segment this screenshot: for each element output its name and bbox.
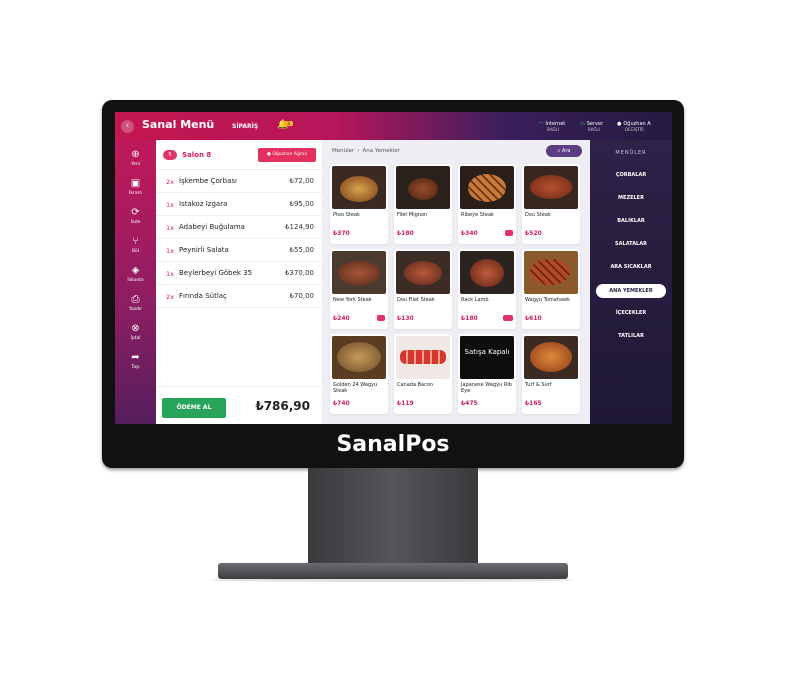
share-icon: ➦: [131, 352, 140, 363]
product-tag-icon: [503, 315, 513, 321]
action-move[interactable]: ➦ Taşı: [115, 352, 156, 370]
back-button[interactable]: ‹: [121, 120, 134, 133]
product-image: [332, 166, 386, 209]
order-line[interactable]: 2x Fırında Sütlaç ₺70,00: [156, 285, 322, 308]
split-icon: ⑂: [132, 236, 139, 247]
product-image: [524, 251, 578, 294]
product-card[interactable]: Filet Mignon ₺180: [394, 164, 452, 244]
user-icon: ●: [617, 121, 622, 127]
action-split[interactable]: ⑂ Böl: [115, 236, 156, 254]
category-ana-yemekler[interactable]: ANA YEMEKLER: [596, 284, 666, 298]
order-line[interactable]: 1x Peynirli Salata ₺55,00: [156, 239, 322, 262]
payment-footer: ÖDEME AL ₺786,90: [156, 386, 322, 424]
order-line[interactable]: 1x Adabeyi Buğulama ₺124,90: [156, 216, 322, 239]
product-card[interactable]: Pteo Steak ₺370: [330, 164, 388, 244]
category-mezeler[interactable]: MEZELER: [590, 195, 672, 201]
order-line[interactable]: 1x Istakoz Izgara ₺95,00: [156, 193, 322, 216]
action-treat[interactable]: ▣ İkram: [115, 178, 156, 196]
tab-order[interactable]: SİPARİŞ: [232, 123, 258, 130]
action-cancel[interactable]: ⊗ İptal: [115, 323, 156, 341]
category-ara-sicaklar[interactable]: ARA SICAKLAR: [590, 264, 672, 270]
category-baliklar[interactable]: BALIKLAR: [590, 218, 672, 224]
product-card[interactable]: New York Steak ₺240: [330, 249, 388, 329]
product-area: Menüler › Ana Yemekler ⌕ Ara Pteo Steak ₺3…: [322, 140, 590, 424]
plus-icon: ⊕: [131, 149, 140, 160]
monitor-stand-neck: [308, 468, 478, 564]
product-image: [396, 336, 450, 379]
table-name: Salon 8: [182, 151, 212, 159]
product-card[interactable]: Dou Steak ₺520: [522, 164, 580, 244]
server-icon: ▭: [580, 121, 585, 127]
product-image: [460, 166, 514, 209]
refresh-icon: ⟳: [131, 207, 140, 218]
product-card[interactable]: Wagyu Tomahawk ₺610: [522, 249, 580, 329]
breadcrumb-current: Ana Yemekler: [362, 148, 400, 154]
cancel-icon: ⊗: [131, 323, 140, 334]
wifi-icon: ◠: [539, 121, 544, 127]
tag-icon: ◈: [131, 265, 140, 276]
action-new[interactable]: ⊕ Yeni: [115, 149, 156, 167]
action-print[interactable]: ⎙ Yazdır: [115, 294, 156, 312]
notification-badge: 3: [284, 121, 293, 126]
product-image: Satışa Kapalı: [460, 336, 514, 379]
top-bar: ‹ Sanal Menü SİPARİŞ 🔔 3 ◠ Internet BAĞLI…: [115, 112, 672, 140]
product-image: [460, 251, 514, 294]
category-salatalar[interactable]: SALATALAR: [590, 241, 672, 247]
status-server: ▭ Server BAĞLI: [580, 121, 604, 132]
product-card[interactable]: Ribeye Steak ₺340: [458, 164, 516, 244]
chevron-left-icon: ‹: [125, 121, 130, 131]
category-tatlilar[interactable]: TATLILAR: [590, 333, 672, 339]
action-discount[interactable]: ◈ İskonto: [115, 265, 156, 283]
breadcrumb-menus[interactable]: Menüler: [332, 148, 354, 154]
action-sidebar: ⊕ Yeni ▣ İkram ⟳ İade ⑂ Böl ◈ İskonto ⎙ Yazdır…: [115, 140, 156, 424]
gift-icon: ▣: [130, 178, 141, 189]
printer-icon: ⎙: [131, 294, 140, 305]
order-line[interactable]: 1x Beylerbeyi Göbek 35 ₺370,00: [156, 262, 322, 285]
monitor-stand-base: [218, 563, 568, 579]
pos-screen: ‹ Sanal Menü SİPARİŞ 🔔 3 ◠ Internet BAĞLI…: [115, 112, 672, 424]
pay-button[interactable]: ÖDEME AL: [162, 398, 226, 418]
product-card[interactable]: Canada Bacon ₺119: [394, 334, 452, 414]
waiter-button[interactable]: ● Oğuzhan Ağralı: [258, 148, 316, 162]
search-button[interactable]: ⌕ Ara: [546, 145, 582, 157]
product-image: [524, 336, 578, 379]
product-card[interactable]: Rack Lamb ₺180: [458, 249, 516, 329]
breadcrumb: Menüler › Ana Yemekler: [332, 148, 400, 154]
product-card[interactable]: Golden 24 Wagyu Steak ₺740: [330, 334, 388, 414]
product-image: [396, 166, 450, 209]
stand-shadow: [212, 578, 574, 582]
order-total: ₺786,90: [255, 399, 310, 413]
table-number-badge: 5: [163, 150, 177, 160]
action-refund[interactable]: ⟳ İade: [115, 207, 156, 225]
status-internet: ◠ Internet BAĞLI: [539, 121, 566, 132]
product-image: [524, 166, 578, 209]
sold-out-overlay: Satışa Kapalı: [460, 336, 514, 379]
product-card[interactable]: Dou Filet Steak ₺130: [394, 249, 452, 329]
product-card[interactable]: Satışa Kapalı Japanese Wagyu Rib Eye ₺47…: [458, 334, 516, 414]
product-tag-icon: [505, 230, 513, 236]
status-user[interactable]: ● Oğuzhan A DEĞİŞTİR: [617, 121, 651, 133]
order-panel: 5 Salon 8 ● Oğuzhan Ağralı 2x İşkembe Çor…: [156, 140, 322, 424]
product-image: [332, 336, 386, 379]
category-icecekler[interactable]: İÇECEKLER: [590, 310, 672, 316]
brand-logo: SanalPos: [336, 432, 450, 457]
category-corbalar[interactable]: ÇORBALAR: [590, 172, 672, 178]
stage: SanalPos ‹ Sanal Menü SİPARİŞ 🔔 3 ◠ Inter…: [0, 0, 786, 681]
category-header: MENÜLER: [615, 150, 647, 156]
product-card[interactable]: Turf & Surf ₺165: [522, 334, 580, 414]
product-image: [332, 251, 386, 294]
category-sidebar: MENÜLER ÇORBALAR MEZELER BALIKLAR SALATA…: [590, 140, 672, 424]
table-header: 5 Salon 8 ● Oğuzhan Ağralı: [156, 140, 322, 170]
product-tag-icon: [377, 315, 385, 321]
product-image: [396, 251, 450, 294]
order-line[interactable]: 2x İşkembe Çorbası ₺72,00: [156, 170, 322, 193]
app-title: Sanal Menü: [142, 118, 215, 131]
